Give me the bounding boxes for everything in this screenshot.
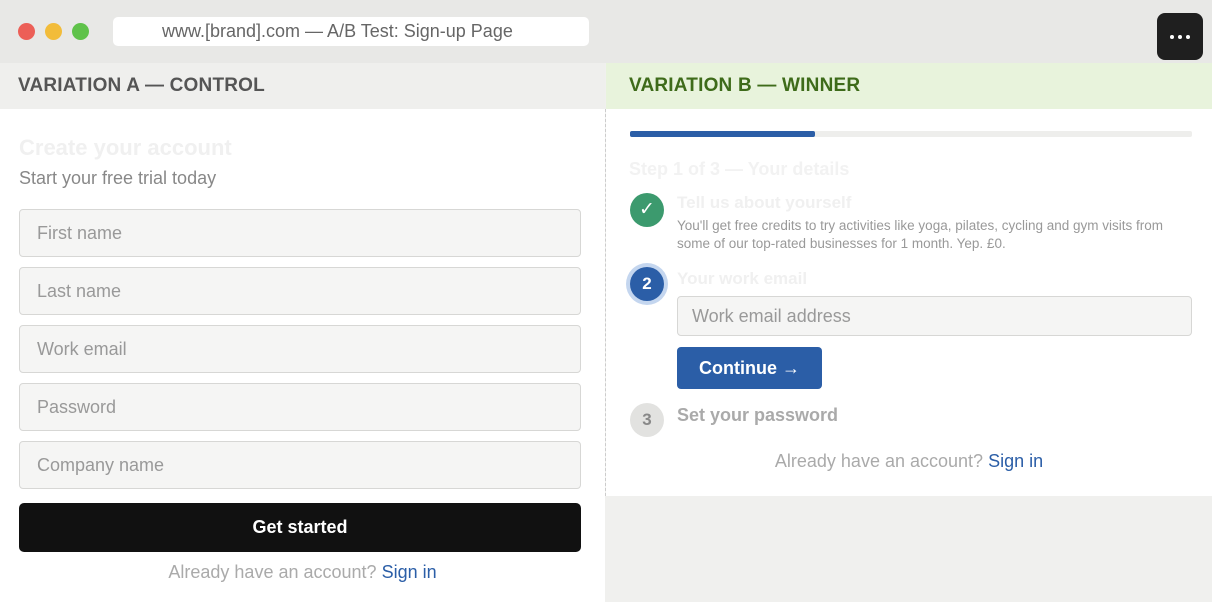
get-started-button[interactable]: Get started [19,503,581,552]
variation-a-header: VARIATION A — CONTROL [0,63,605,109]
signin-row: Already have an account? Sign in [0,562,605,583]
continue-button[interactable]: Continue → [677,347,822,389]
signin-prompt: Already have an account? [774,451,984,471]
step-label: Step 1 of 3 — Your details [629,159,850,179]
password-field[interactable]: Password [19,383,581,431]
close-window-button[interactable] [18,23,35,40]
step-1-check-icon: ✓ [630,193,664,227]
step-3-title: Set your password [677,405,839,425]
more-horizontal-icon-dot [1186,34,1190,39]
progress-bar-fill [630,131,816,137]
step-2-number: 2 [630,267,664,301]
company-name-field[interactable]: Company name [19,441,581,489]
step-1-title: Tell us about yourself [677,193,852,212]
address-bar[interactable]: www.[brand].com — A/B Test: Sign-up Page [113,17,589,46]
variation-a-panel: VARIATION A — CONTROL Create your accoun… [0,63,605,602]
window-titlebar: www.[brand].com — A/B Test: Sign-up Page [0,0,1212,63]
form-title: Create your account [19,135,232,160]
signin-row: Already have an account? Sign in [606,451,1212,472]
first-name-field[interactable]: First name [19,209,581,257]
maximize-window-button[interactable] [72,23,89,40]
variation-b-header: VARIATION B — WINNER [606,63,1212,109]
more-menu-button[interactable] [1157,13,1203,60]
progress-bar [630,131,1192,137]
work-email-address-field[interactable]: Work email address [677,296,1192,336]
more-horizontal-icon-dot [1178,34,1182,39]
step-1-description: You'll get free credits to try activitie… [677,218,1164,251]
step-3-number: 3 [630,403,664,437]
step-2-title: Your work email [677,269,808,288]
work-email-field[interactable]: Work email [19,325,581,373]
signin-prompt: Already have an account? [168,562,377,582]
signin-link[interactable]: Sign in [382,562,437,582]
variation-b-panel: VARIATION B — WINNER Step 1 of 3 — Your … [606,63,1212,496]
variation-b-empty-area [606,496,1212,602]
signin-link[interactable]: Sign in [988,451,1043,471]
form-subtitle: Start your free trial today [19,168,217,188]
minimize-window-button[interactable] [45,23,62,40]
last-name-field[interactable]: Last name [19,267,581,315]
more-horizontal-icon [1170,34,1174,39]
